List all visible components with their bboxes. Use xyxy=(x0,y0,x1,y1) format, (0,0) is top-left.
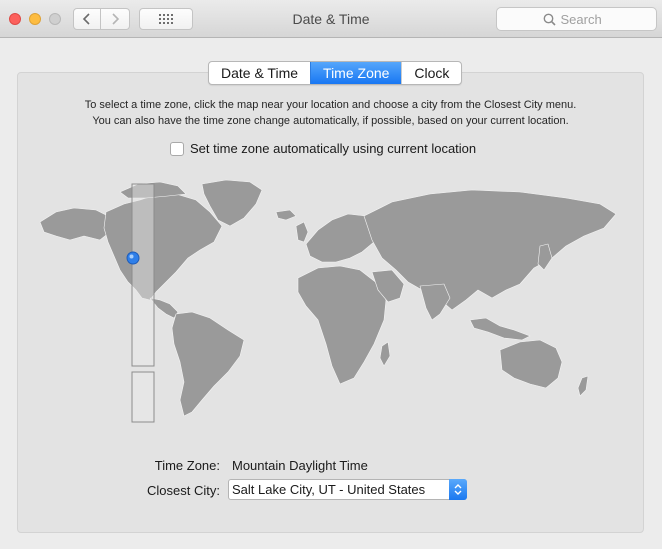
closest-city-dropdown-button[interactable] xyxy=(449,479,467,500)
closest-city-label: Closest City: xyxy=(147,483,220,498)
land-iceland xyxy=(275,209,297,221)
closest-city-select[interactable]: Salt Lake City, UT - United States xyxy=(228,479,467,500)
land-alaska xyxy=(39,207,111,241)
updown-chevron-icon xyxy=(454,484,462,495)
selected-timezone-band xyxy=(131,183,155,423)
land-australia xyxy=(499,339,563,389)
closest-city-value: Salt Lake City, UT - United States xyxy=(232,482,426,497)
land-africa xyxy=(297,265,387,385)
timezone-label: Time Zone: xyxy=(154,458,220,473)
land-new-zealand xyxy=(577,375,589,397)
location-pin-icon[interactable] xyxy=(126,251,140,265)
land-indonesia xyxy=(469,317,531,341)
land-north-america xyxy=(103,193,223,301)
land-uk xyxy=(295,221,309,243)
land-madagascar xyxy=(379,341,391,367)
land-india xyxy=(419,283,451,321)
land-south-america xyxy=(171,311,245,417)
timezone-value: Mountain Daylight Time xyxy=(232,458,368,473)
